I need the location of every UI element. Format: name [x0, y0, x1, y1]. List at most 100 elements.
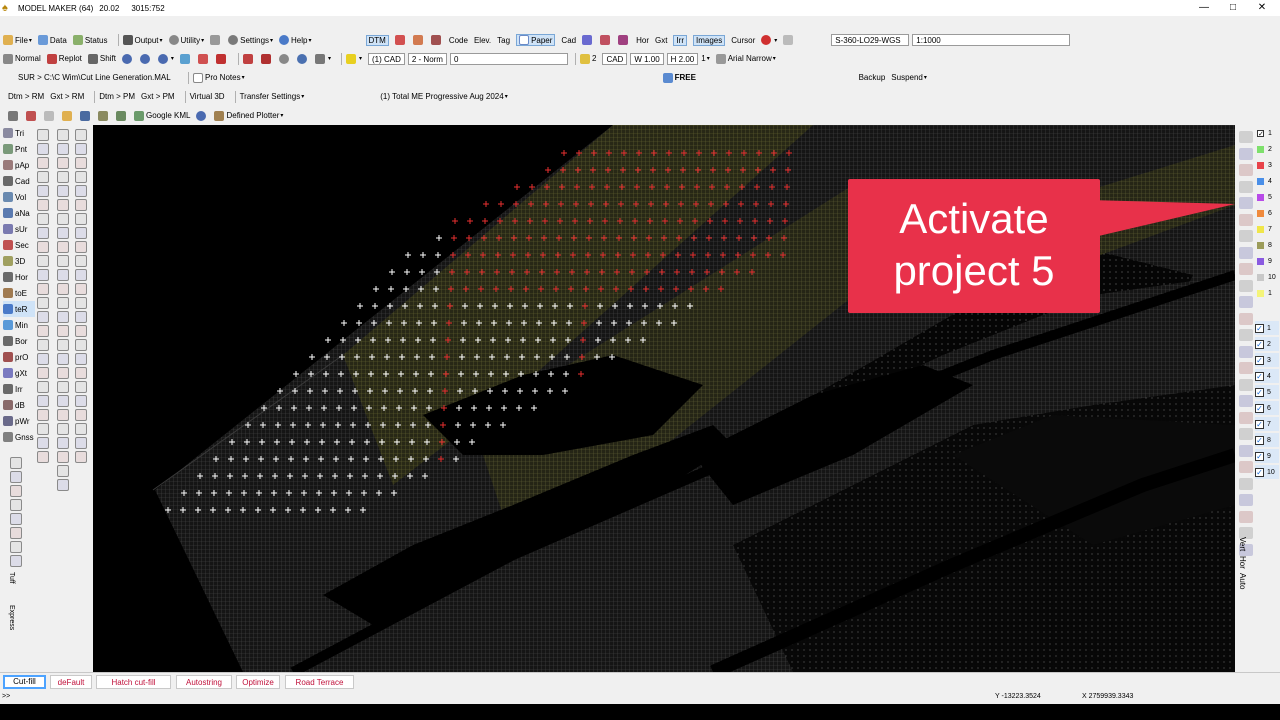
layer-checkbox[interactable]: ✓ — [1255, 355, 1264, 365]
tool-e[interactable] — [260, 53, 273, 64]
module-vol[interactable]: Vol — [3, 189, 35, 205]
layer-swatch-item[interactable]: 7 — [1255, 222, 1279, 236]
tool-icon[interactable] — [75, 157, 87, 169]
tool-icon[interactable] — [37, 171, 49, 183]
zoom-in-button[interactable] — [121, 53, 134, 64]
side-tool-icon[interactable] — [1239, 230, 1253, 242]
shift-button[interactable]: Shift — [87, 53, 116, 64]
utility-menu[interactable]: Utility ▾ — [168, 35, 204, 45]
layer-visibility-item[interactable]: ✓ 7 — [1255, 417, 1279, 431]
layer-checkbox[interactable]: ✓ — [1255, 371, 1264, 381]
code-toggle-icon[interactable] — [394, 35, 407, 45]
tab-autostring[interactable]: Autostring — [176, 675, 232, 689]
side-tool-icon[interactable] — [1239, 213, 1253, 226]
cursor-toggle[interactable]: Cursor — [731, 36, 755, 45]
plot-tool-7[interactable] — [116, 110, 128, 121]
tuff-label[interactable]: Tuff — [8, 572, 15, 584]
tab-default[interactable]: deFault — [50, 675, 92, 689]
module-bor[interactable]: Bor — [3, 333, 35, 349]
tool-icon[interactable] — [75, 185, 87, 197]
tool-icon[interactable] — [37, 409, 49, 421]
side-tool-icon[interactable] — [1239, 263, 1253, 275]
tool-icon[interactable] — [57, 367, 69, 379]
tool-icon[interactable] — [37, 381, 49, 393]
tool-icon[interactable] — [37, 395, 49, 407]
minimize-button[interactable]: — — [1189, 0, 1219, 16]
module-toe[interactable]: toE — [3, 285, 35, 301]
tool-icon[interactable] — [57, 241, 69, 253]
side-tool-icon[interactable] — [1239, 329, 1253, 341]
tool-icon[interactable] — [57, 297, 69, 309]
tool-icon[interactable] — [37, 269, 49, 281]
layer-visibility-item[interactable]: ✓ 10 — [1255, 465, 1279, 479]
settings-menu[interactable]: Settings ▾ — [228, 35, 273, 45]
tool-icon[interactable] — [10, 555, 22, 567]
highlight-button[interactable]: ▾ — [345, 53, 362, 64]
backup-button[interactable]: Backup — [859, 73, 886, 82]
side-tool-icon[interactable] — [1239, 428, 1253, 440]
module-ter[interactable]: teR — [3, 301, 35, 317]
layer-visibility-item[interactable]: ✓ 8 — [1255, 433, 1279, 447]
layer-visibility-item[interactable]: ✓ 6 — [1255, 401, 1279, 415]
tool-icon[interactable] — [57, 423, 69, 435]
plot-tool-4[interactable] — [62, 110, 74, 121]
side-tool-icon[interactable] — [1239, 147, 1253, 160]
tool-icon[interactable] — [75, 381, 87, 393]
side-tool-icon[interactable] — [1239, 312, 1253, 325]
virtual-3d-button[interactable]: Virtual 3D — [190, 92, 225, 101]
module-pap[interactable]: pAp — [3, 157, 35, 173]
tab-optimize[interactable]: Optimize — [236, 675, 280, 689]
tool-f[interactable] — [278, 53, 291, 64]
tool-icon[interactable] — [57, 311, 69, 323]
plot-tool-2[interactable] — [26, 110, 38, 121]
irr-toggle[interactable]: Irr — [673, 34, 688, 46]
tools-button[interactable] — [210, 35, 222, 45]
tool-icon[interactable] — [37, 185, 49, 197]
layer-visibility-item[interactable]: ✓ 1 — [1255, 321, 1279, 335]
tool-icon[interactable] — [57, 283, 69, 295]
tool-icon[interactable] — [57, 479, 69, 491]
tag-toggle[interactable]: Tag — [497, 36, 510, 45]
plotter-tool[interactable] — [196, 110, 208, 121]
tool-icon[interactable] — [57, 157, 69, 169]
module-db[interactable]: dB — [3, 397, 35, 413]
tool-icon[interactable] — [57, 325, 69, 337]
tool-icon[interactable] — [75, 269, 87, 281]
tool-icon[interactable] — [57, 339, 69, 351]
normal-button[interactable]: Normal — [3, 53, 41, 64]
plot-tool-1[interactable] — [8, 110, 20, 121]
module-pnt[interactable]: Pnt — [3, 141, 35, 157]
tool-icon[interactable] — [10, 527, 22, 539]
side-tool-icon[interactable] — [1239, 362, 1253, 374]
tool-icon[interactable] — [75, 227, 87, 239]
tool-g[interactable] — [296, 53, 309, 64]
command-prompt[interactable]: >> — [2, 693, 10, 700]
tool-c[interactable] — [215, 53, 228, 64]
side-tool-icon[interactable] — [1239, 197, 1253, 209]
side-tool-icon[interactable] — [1239, 164, 1253, 176]
layer-swatch-item[interactable]: 8 — [1255, 238, 1279, 252]
side-tool-icon[interactable] — [1239, 444, 1253, 457]
gxt-pm-button[interactable]: Gxt > PM — [141, 92, 175, 101]
line-value-select[interactable]: 0 — [449, 52, 568, 65]
grid-button[interactable] — [783, 35, 795, 45]
layer-swatch-item[interactable]: 2 — [1255, 142, 1279, 156]
tool-icon[interactable] — [37, 339, 49, 351]
tool-icon[interactable] — [75, 353, 87, 365]
layer-visibility-item[interactable]: ✓ 5 — [1255, 385, 1279, 399]
module-hor[interactable]: Hor — [3, 269, 35, 285]
tool-icon[interactable] — [37, 129, 49, 141]
layer-checkbox[interactable]: ✓ — [1255, 387, 1264, 397]
layer-checkbox[interactable]: ✓ — [1255, 435, 1264, 445]
tool-icon[interactable] — [57, 381, 69, 393]
maximize-button[interactable]: □ — [1218, 0, 1248, 16]
tool-icon[interactable] — [57, 171, 69, 183]
tab-cut-fill[interactable]: Cut-fill — [3, 675, 46, 689]
tool-icon[interactable] — [75, 367, 87, 379]
tool-icon[interactable] — [37, 143, 49, 155]
code-toggle[interactable]: Code — [449, 36, 468, 45]
module-cad[interactable]: Cad — [3, 173, 35, 189]
plot-tool-5[interactable] — [80, 110, 92, 121]
tool-icon[interactable] — [75, 199, 87, 211]
tool-icon[interactable] — [57, 395, 69, 407]
